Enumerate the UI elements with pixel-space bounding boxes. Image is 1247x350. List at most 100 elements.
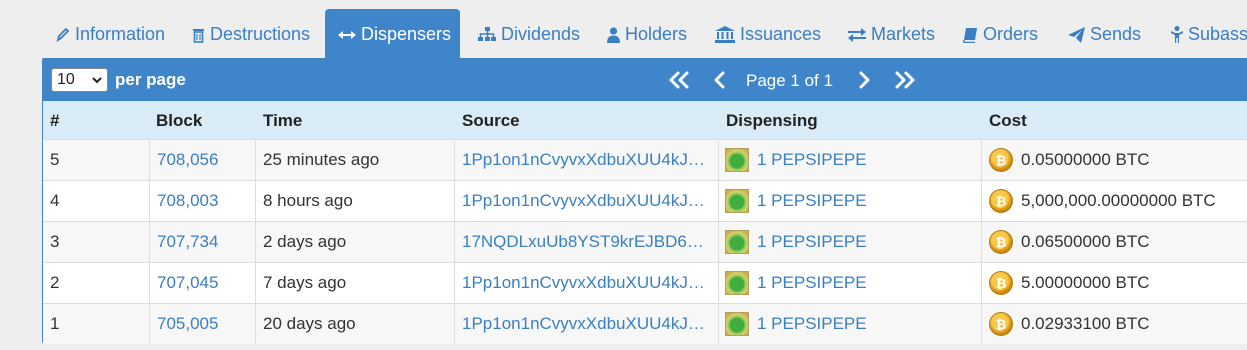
cost-value: 5,000,000.00000000 BTC <box>1021 191 1216 210</box>
tab-sends[interactable]: Sends <box>1068 9 1141 60</box>
page-indicator: Page 1 of 1 <box>746 71 833 90</box>
cell-number: 1 <box>43 304 150 344</box>
tab-markets[interactable]: Markets <box>848 9 935 60</box>
source-address-link[interactable]: 1Pp1on1nCvyvxXdbuXUU4kJ… <box>462 150 705 170</box>
arrows-horizontal-icon <box>338 30 356 39</box>
cell-cost: ₿ 0.06500000 BTC <box>982 222 1247 262</box>
cost-value: 0.05000000 BTC <box>1021 150 1150 169</box>
tab-label: Information <box>75 24 166 44</box>
next-page-icon[interactable] <box>857 70 871 90</box>
cell-dispensing: 1 PEPSIPEPE <box>719 222 982 262</box>
per-page-value: 10 <box>57 71 75 88</box>
source-address-link[interactable]: 17NQDLxuUb8YST9krEJBD6… <box>462 232 704 252</box>
bitcoin-icon: ₿ <box>989 230 1013 254</box>
block-link[interactable]: 705,005 <box>157 314 218 334</box>
dispensing-asset-link[interactable]: 1 PEPSIPEPE <box>757 191 867 211</box>
tab-dividends[interactable]: Dividends <box>478 9 580 60</box>
cell-dispensing: 1 PEPSIPEPE <box>719 304 982 344</box>
first-page-icon[interactable] <box>667 70 691 90</box>
cell-source: 1Pp1on1nCvyvxXdbuXUU4kJ… <box>455 263 719 303</box>
source-address-link[interactable]: 1Pp1on1nCvyvxXdbuXUU4kJ… <box>462 191 705 211</box>
cell-time: 2 days ago <box>256 222 455 262</box>
tab-subassets[interactable]: Subasse <box>1171 9 1247 60</box>
cell-number: 3 <box>43 222 150 262</box>
bitcoin-icon: ₿ <box>989 271 1013 295</box>
per-page-select[interactable]: 10 <box>51 68 108 92</box>
pepsipepe-asset-icon <box>725 271 749 295</box>
block-link[interactable]: 707,734 <box>157 232 218 252</box>
block-link[interactable]: 708,003 <box>157 191 218 211</box>
tab-holders[interactable]: Holders <box>607 9 687 60</box>
cell-time: 25 minutes ago <box>256 140 455 180</box>
pepsipepe-asset-icon <box>725 189 749 213</box>
last-page-icon[interactable] <box>893 70 917 90</box>
sitemap-icon <box>478 27 496 41</box>
source-address-link[interactable]: 1Pp1on1nCvyvxXdbuXUU4kJ… <box>462 314 705 334</box>
table-header: # Block Time Source Dispensing Cost <box>43 101 1247 140</box>
dispensing-asset-link[interactable]: 1 PEPSIPEPE <box>757 273 867 293</box>
pepsipepe-asset-icon <box>725 312 749 336</box>
dispensers-panel: 10 per page Page 1 of 1 # Block Time Sou… <box>42 58 1247 344</box>
bank-icon <box>715 26 735 43</box>
previous-page-icon[interactable] <box>713 70 727 90</box>
tab-orders[interactable]: Orders <box>963 9 1038 60</box>
column-header-source[interactable]: Source <box>462 111 520 131</box>
child-icon <box>1171 26 1183 43</box>
tab-information[interactable]: Information <box>56 9 165 60</box>
dispensing-asset-link[interactable]: 1 PEPSIPEPE <box>757 314 867 334</box>
pencil-icon <box>56 27 70 42</box>
cell-number: 4 <box>43 181 150 221</box>
bitcoin-icon: ₿ <box>989 148 1013 172</box>
cell-cost: ₿ 5.00000000 BTC <box>982 263 1247 303</box>
bitcoin-icon: ₿ <box>989 189 1013 213</box>
cell-number: 5 <box>43 140 150 180</box>
bitcoin-icon: ₿ <box>989 312 1013 336</box>
column-header-block[interactable]: Block <box>156 111 202 131</box>
cell-source: 1Pp1on1nCvyvxXdbuXUU4kJ… <box>455 304 719 344</box>
cost-value: 5.00000000 BTC <box>1021 273 1150 292</box>
cell-dispensing: 1 PEPSIPEPE <box>719 181 982 221</box>
exchange-icon <box>848 27 866 42</box>
table-row: 5 708,056 25 minutes ago 1Pp1on1nCvyvxXd… <box>43 139 1247 180</box>
cell-number: 2 <box>43 263 150 303</box>
tab-label: Dividends <box>501 24 581 44</box>
pepsipepe-asset-icon <box>725 148 749 172</box>
cell-time: 20 days ago <box>256 304 455 344</box>
block-link[interactable]: 707,045 <box>157 273 218 293</box>
tab-destructions[interactable]: Destructions <box>192 9 310 60</box>
cell-block: 708,056 <box>150 140 256 180</box>
cell-source: 17NQDLxuUb8YST9krEJBD6… <box>455 222 719 262</box>
tab-label: Subasse <box>1188 24 1247 44</box>
cell-cost: ₿ 0.05000000 BTC <box>982 140 1247 180</box>
tab-label: Issuances <box>740 24 822 44</box>
tab-issuances[interactable]: Issuances <box>715 9 821 60</box>
column-header-dispensing[interactable]: Dispensing <box>726 111 818 131</box>
table-row: 3 707,734 2 days ago 17NQDLxuUb8YST9krEJ… <box>43 221 1247 262</box>
cost-value: 0.06500000 BTC <box>1021 232 1150 251</box>
dispensing-asset-link[interactable]: 1 PEPSIPEPE <box>757 232 867 252</box>
cost-value: 0.02933100 BTC <box>1021 314 1150 333</box>
table-row: 2 707,045 7 days ago 1Pp1on1nCvyvxXdbuXU… <box>43 262 1247 303</box>
pepsipepe-asset-icon <box>725 230 749 254</box>
cell-dispensing: 1 PEPSIPEPE <box>719 263 982 303</box>
tab-label: Destructions <box>210 24 311 44</box>
cell-block: 707,734 <box>150 222 256 262</box>
tab-label: Orders <box>983 24 1039 44</box>
table-row: 4 708,003 8 hours ago 1Pp1on1nCvyvxXdbuX… <box>43 180 1247 221</box>
tab-label: Markets <box>871 24 936 44</box>
dispensing-asset-link[interactable]: 1 PEPSIPEPE <box>757 150 867 170</box>
cell-block: 705,005 <box>150 304 256 344</box>
tab-label: Dispensers <box>361 24 452 44</box>
cell-source: 1Pp1on1nCvyvxXdbuXUU4kJ… <box>455 140 719 180</box>
column-header-cost[interactable]: Cost <box>989 111 1027 131</box>
block-link[interactable]: 708,056 <box>157 150 218 170</box>
column-header-number[interactable]: # <box>50 111 59 131</box>
cell-time: 7 days ago <box>256 263 455 303</box>
column-header-time[interactable]: Time <box>263 111 302 131</box>
table-toolbar: 10 per page Page 1 of 1 <box>43 59 1247 101</box>
table-row: 1 705,005 20 days ago 1Pp1on1nCvyvxXdbuX… <box>43 303 1247 344</box>
cell-source: 1Pp1on1nCvyvxXdbuXUU4kJ… <box>455 181 719 221</box>
source-address-link[interactable]: 1Pp1on1nCvyvxXdbuXUU4kJ… <box>462 273 705 293</box>
cell-block: 707,045 <box>150 263 256 303</box>
tab-dispensers[interactable]: Dispensers <box>325 9 460 60</box>
